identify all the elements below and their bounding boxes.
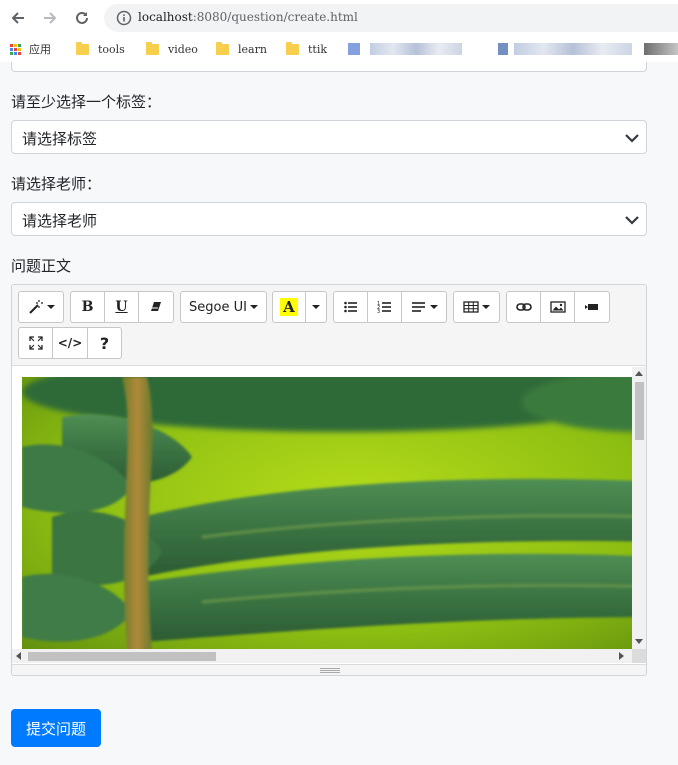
- folder-icon: [76, 41, 89, 55]
- ordered-list-button[interactable]: 123: [367, 291, 402, 323]
- resize-grip-icon[interactable]: [320, 668, 340, 673]
- caret-icon: [46, 305, 55, 309]
- editor-toolbar: B U Segoe UI A 123 </> ?: [12, 285, 646, 366]
- fern-image: [22, 377, 632, 652]
- table-dropdown-button[interactable]: [453, 291, 500, 323]
- eraser-icon: [151, 302, 161, 311]
- bookmark-apps[interactable]: 应用: [10, 41, 51, 57]
- tag-select-value: 请选择标签: [22, 130, 98, 148]
- bookmark-label: 应用: [29, 43, 51, 56]
- highlight-color-button[interactable]: A: [272, 291, 306, 323]
- forward-arrow-icon: [44, 12, 57, 24]
- chevron-down-icon: [625, 216, 639, 225]
- bookmark-blurred[interactable]: [514, 43, 632, 55]
- unordered-list-icon: [343, 301, 357, 313]
- help-button[interactable]: ?: [87, 327, 122, 359]
- font-name-dropdown[interactable]: Segoe UI: [180, 291, 267, 323]
- teacher-label: 请选择老师：: [11, 175, 102, 193]
- folder-icon: [286, 41, 299, 55]
- rich-text-editor: B U Segoe UI A 123 </> ?: [11, 284, 647, 676]
- code-view-button[interactable]: </>: [52, 327, 88, 359]
- fullscreen-button[interactable]: [18, 327, 53, 359]
- fern-picture: [22, 377, 632, 652]
- teacher-select[interactable]: 请选择老师: [11, 202, 647, 236]
- address-bar[interactable]: localhost:8080/question/create.html: [104, 4, 678, 32]
- bookmark-label: tools: [98, 42, 125, 56]
- horizontal-scrollbar[interactable]: [12, 649, 632, 663]
- url-text: localhost:8080/question/create.html: [138, 10, 358, 24]
- bookmark-favicon-blurred[interactable]: [348, 43, 360, 55]
- bookmark-tools[interactable]: tools: [76, 41, 125, 57]
- caret-icon: [249, 305, 258, 309]
- table-icon: [463, 301, 479, 313]
- font-name-label: Segoe UI: [189, 299, 247, 315]
- info-icon[interactable]: [116, 10, 132, 26]
- bookmark-ttik[interactable]: ttik: [286, 41, 327, 57]
- style-dropdown-button[interactable]: [18, 291, 64, 323]
- reload-button[interactable]: [70, 6, 94, 30]
- browser-toolbar: localhost:8080/question/create.html: [0, 0, 678, 36]
- submit-question-button[interactable]: 提交问题: [11, 709, 101, 747]
- bookmark-favicon-blurred[interactable]: [498, 43, 508, 55]
- bookmark-blurred[interactable]: [644, 43, 678, 55]
- caret-icon: [482, 305, 490, 309]
- scroll-corner: [632, 649, 646, 663]
- underline-button[interactable]: U: [104, 291, 139, 323]
- scroll-up-arrow-icon[interactable]: [635, 371, 643, 376]
- body-label: 问题正文: [11, 257, 72, 275]
- picture-icon: [549, 301, 566, 313]
- bookmarks-bar: 应用 tools video learn ttik: [0, 36, 678, 62]
- insert-picture-button[interactable]: [540, 291, 575, 323]
- insert-link-button[interactable]: [506, 291, 541, 323]
- caret-icon: [429, 305, 438, 309]
- svg-text:3: 3: [377, 309, 380, 315]
- folder-icon: [146, 41, 159, 55]
- tag-label: 请至少选择一个标签：: [11, 93, 162, 111]
- previous-field-bottom: [11, 62, 647, 72]
- scroll-down-arrow-icon[interactable]: [635, 639, 643, 644]
- tag-select[interactable]: 请选择标签: [11, 120, 647, 154]
- link-icon: [515, 303, 532, 311]
- vertical-scroll-thumb[interactable]: [635, 382, 644, 440]
- color-dropdown-button[interactable]: [305, 291, 327, 323]
- fullscreen-icon: [28, 336, 43, 350]
- editor-content-area[interactable]: [12, 367, 646, 664]
- paragraph-align-dropdown[interactable]: [401, 291, 447, 323]
- url-path: :8080/question/create.html: [192, 10, 358, 24]
- bookmark-label: learn: [238, 42, 267, 56]
- teacher-select-value: 请选择老师: [22, 212, 98, 230]
- magic-wand-icon: [28, 300, 43, 314]
- folder-icon: [216, 41, 229, 55]
- back-arrow-icon: [11, 12, 24, 24]
- forward-button[interactable]: [38, 6, 62, 30]
- clear-format-button[interactable]: [138, 291, 174, 323]
- video-icon: [585, 304, 598, 310]
- scroll-left-arrow-icon[interactable]: [16, 652, 21, 660]
- reload-icon: [76, 11, 88, 24]
- insert-video-button[interactable]: [574, 291, 610, 323]
- horizontal-scroll-thumb[interactable]: [28, 652, 216, 661]
- apps-grid-icon: [10, 43, 21, 55]
- bookmark-learn[interactable]: learn: [216, 41, 267, 57]
- chevron-down-icon: [625, 134, 639, 143]
- bookmark-label: video: [168, 42, 198, 56]
- url-host: localhost: [138, 10, 193, 24]
- unordered-list-button[interactable]: [333, 291, 368, 323]
- ordered-list-icon: 123: [377, 301, 391, 315]
- highlight-a-icon: A: [280, 298, 298, 316]
- vertical-scrollbar[interactable]: [632, 367, 646, 649]
- bookmark-blurred[interactable]: [370, 43, 462, 55]
- align-left-icon: [411, 302, 425, 312]
- back-button[interactable]: [6, 6, 30, 30]
- scroll-right-arrow-icon[interactable]: [619, 652, 624, 660]
- caret-icon: [312, 305, 320, 309]
- bookmark-label: ttik: [308, 42, 328, 56]
- editor-resize-bar[interactable]: [12, 664, 646, 675]
- bold-button[interactable]: B: [70, 291, 105, 323]
- bookmark-video[interactable]: video: [146, 41, 198, 57]
